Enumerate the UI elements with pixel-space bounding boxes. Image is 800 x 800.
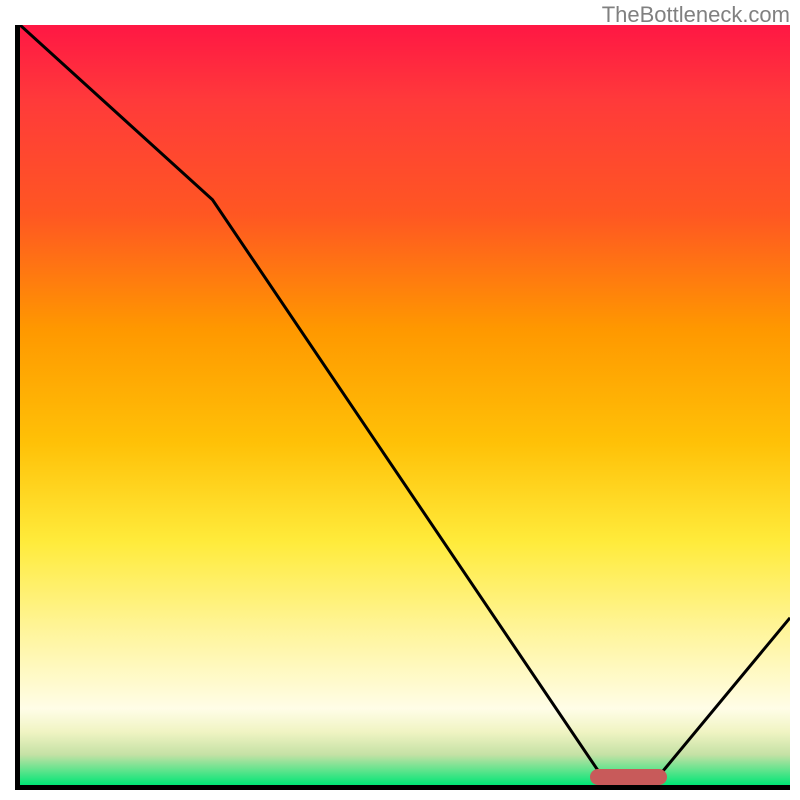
- optimal-marker: [590, 769, 667, 785]
- x-axis: [15, 785, 790, 790]
- curve-line: [20, 25, 790, 785]
- watermark-text: TheBottleneck.com: [602, 2, 790, 28]
- chart-container: TheBottleneck.com: [0, 0, 800, 800]
